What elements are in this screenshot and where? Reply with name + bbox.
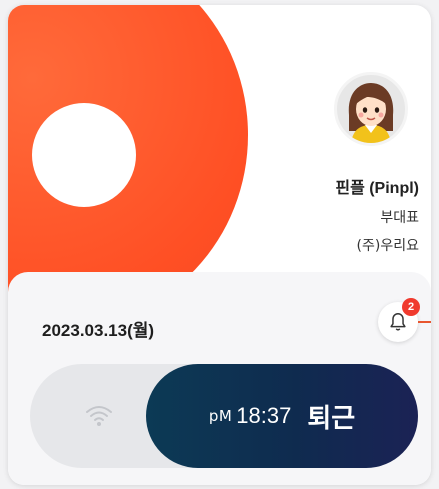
profile-name: 핀플 (Pinpl)	[335, 180, 419, 197]
notification-badge: 2	[402, 298, 420, 316]
profile-title: 부대표	[380, 210, 419, 226]
attendance-date: 2023.03.13(월)	[42, 321, 155, 340]
clock-out-button[interactable]: pM 18:37 퇴근	[146, 364, 418, 468]
profile-company: (주)우리요	[356, 238, 419, 254]
notification-button[interactable]: 2	[378, 298, 420, 342]
clock-slider-track[interactable]: pM 18:37 퇴근	[30, 364, 418, 468]
notification-indicator-line	[418, 321, 431, 323]
clock-out-label: 퇴근	[307, 403, 356, 434]
attendance-card: 핀플 (Pinpl) 부대표 (주)우리요 2023.03.13(월) 2 pM…	[8, 5, 431, 485]
wifi-icon	[86, 406, 112, 426]
avatar-illustration	[348, 83, 394, 143]
avatar[interactable]	[334, 72, 408, 146]
brand-ring-hole	[32, 103, 136, 207]
clock-ampm: pM	[208, 407, 233, 425]
attendance-panel: 2023.03.13(월) 2 pM 18:37 퇴근	[8, 272, 431, 485]
clock-time: 18:37	[236, 403, 292, 428]
